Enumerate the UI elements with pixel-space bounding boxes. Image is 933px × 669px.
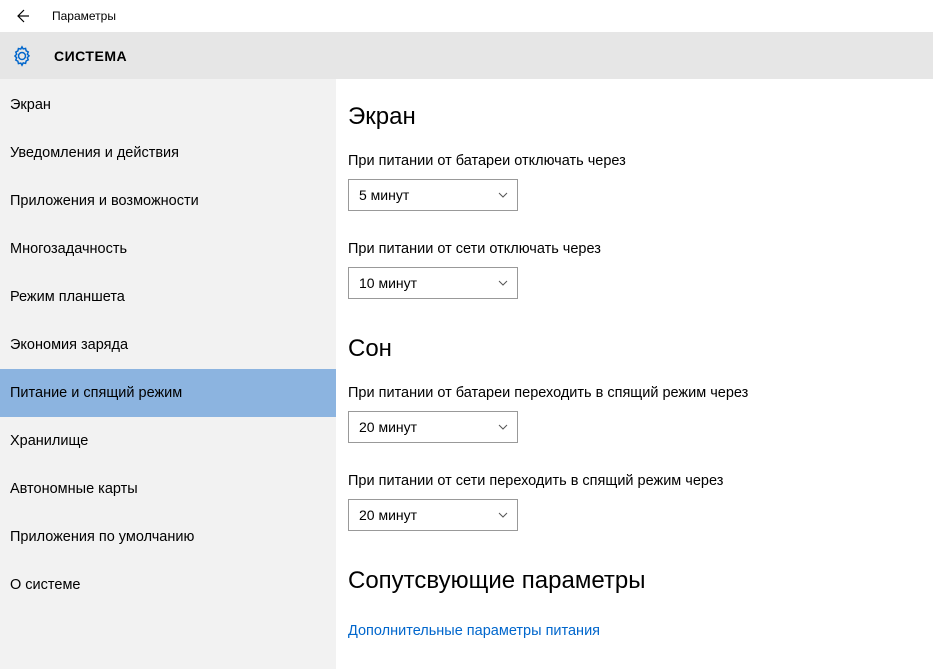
sidebar-item-label: Хранилище — [10, 433, 88, 449]
chevron-down-icon — [497, 509, 509, 521]
sidebar-item-label: Экран — [10, 97, 51, 113]
heading-screen: Экран — [348, 103, 933, 131]
sidebar: Экран Уведомления и действия Приложения … — [0, 79, 336, 669]
arrow-left-icon — [14, 8, 30, 24]
sidebar-item-about[interactable]: О системе — [0, 561, 336, 609]
sidebar-item-multitasking[interactable]: Многозадачность — [0, 225, 336, 273]
sidebar-item-label: Приложения и возможности — [10, 193, 199, 209]
section-name: СИСТЕМА — [54, 48, 127, 64]
sidebar-item-label: Уведомления и действия — [10, 145, 179, 161]
select-screen-battery[interactable]: 5 минут — [348, 179, 518, 211]
section-header: СИСТЕМА — [0, 32, 933, 79]
sidebar-item-apps[interactable]: Приложения и возможности — [0, 177, 336, 225]
select-sleep-battery[interactable]: 20 минут — [348, 411, 518, 443]
label-screen-battery: При питании от батареи отключать через — [348, 153, 933, 169]
sidebar-item-label: Режим планшета — [10, 289, 125, 305]
label-screen-plugged: При питании от сети отключать через — [348, 241, 933, 257]
sidebar-item-label: Многозадачность — [10, 241, 127, 257]
chevron-down-icon — [497, 189, 509, 201]
select-value: 10 минут — [359, 275, 417, 291]
titlebar: Параметры — [0, 0, 933, 32]
sidebar-item-notifications[interactable]: Уведомления и действия — [0, 129, 336, 177]
sidebar-item-label: О системе — [10, 577, 80, 593]
sidebar-item-label: Приложения по умолчанию — [10, 529, 194, 545]
window-title: Параметры — [52, 9, 116, 23]
heading-sleep: Сон — [348, 335, 933, 363]
back-button[interactable] — [8, 2, 36, 30]
sidebar-item-offline-maps[interactable]: Автономные карты — [0, 465, 336, 513]
chevron-down-icon — [497, 421, 509, 433]
sidebar-item-battery-saver[interactable]: Экономия заряда — [0, 321, 336, 369]
select-sleep-plugged[interactable]: 20 минут — [348, 499, 518, 531]
sidebar-item-label: Экономия заряда — [10, 337, 128, 353]
chevron-down-icon — [497, 277, 509, 289]
sidebar-item-power-sleep[interactable]: Питание и спящий режим — [0, 369, 336, 417]
sidebar-item-label: Автономные карты — [10, 481, 138, 497]
content-pane: Экран При питании от батареи отключать ч… — [336, 79, 933, 669]
sidebar-item-screen[interactable]: Экран — [0, 81, 336, 129]
select-value: 20 минут — [359, 507, 417, 523]
select-value: 5 минут — [359, 187, 409, 203]
link-additional-power[interactable]: Дополнительные параметры питания — [348, 623, 600, 639]
sidebar-item-tablet[interactable]: Режим планшета — [0, 273, 336, 321]
sidebar-item-label: Питание и спящий режим — [10, 385, 182, 401]
sidebar-item-storage[interactable]: Хранилище — [0, 417, 336, 465]
select-value: 20 минут — [359, 419, 417, 435]
heading-related: Сопутсвующие параметры — [348, 567, 933, 595]
gear-icon — [10, 44, 34, 68]
sidebar-item-default-apps[interactable]: Приложения по умолчанию — [0, 513, 336, 561]
label-sleep-battery: При питании от батареи переходить в спящ… — [348, 385, 933, 401]
select-screen-plugged[interactable]: 10 минут — [348, 267, 518, 299]
label-sleep-plugged: При питании от сети переходить в спящий … — [348, 473, 933, 489]
